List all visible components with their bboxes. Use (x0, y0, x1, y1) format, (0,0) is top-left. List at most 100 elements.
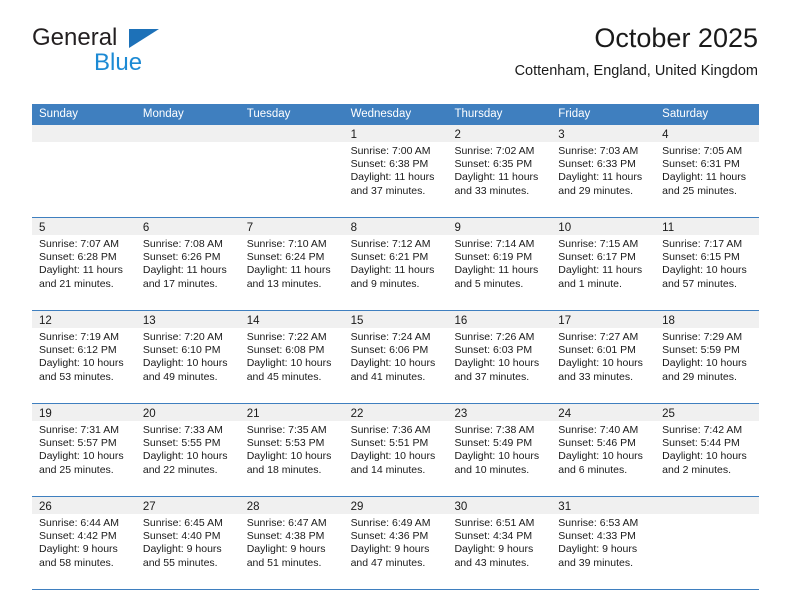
daylight-text-line1: Daylight: 11 hours (558, 264, 643, 277)
day-number: 19 (39, 408, 52, 420)
day-info: Sunrise: 6:44 AM Sunset: 4:42 PM Dayligh… (32, 514, 136, 570)
day-cell[interactable]: 1 Sunrise: 7:00 AM Sunset: 6:38 PM Dayli… (343, 125, 448, 217)
day-number: 29 (350, 501, 364, 513)
day-cell[interactable] (239, 125, 344, 217)
day-number: 13 (142, 315, 156, 327)
daylight-text-line1: Daylight: 11 hours (454, 171, 539, 184)
sunset-text: Sunset: 6:19 PM (454, 251, 533, 264)
sunrise-text: Sunrise: 7:22 AM (246, 331, 327, 343)
day-cell[interactable]: 31 Sunrise: 6:53 AM Sunset: 4:33 PM Dayl… (551, 497, 656, 589)
daylight-text-line2: and 22 minutes. (142, 463, 218, 476)
sunrise-text: Sunrise: 7:12 AM (350, 238, 431, 250)
day-info: Sunrise: 7:22 AM Sunset: 6:08 PM Dayligh… (240, 328, 344, 384)
day-cell[interactable]: 28 Sunrise: 6:47 AM Sunset: 4:38 PM Dayl… (239, 497, 344, 589)
calendar-page: General Blue October 2025 Cottenham, Eng… (0, 0, 792, 612)
weekday-header-monday: Monday (142, 108, 184, 120)
day-number-band: 26 (32, 497, 136, 514)
day-info: Sunrise: 7:19 AM Sunset: 6:12 PM Dayligh… (32, 328, 136, 384)
day-cell[interactable] (135, 125, 240, 217)
daylight-text-line1: Daylight: 9 hours (246, 543, 326, 556)
day-number-band: 3 (551, 125, 656, 142)
day-number: 5 (39, 222, 46, 234)
day-number: 20 (142, 408, 156, 420)
day-number: 6 (142, 222, 150, 234)
day-cell[interactable] (32, 125, 136, 217)
day-cell[interactable]: 21 Sunrise: 7:35 AM Sunset: 5:53 PM Dayl… (239, 404, 344, 496)
day-cell[interactable]: 9 Sunrise: 7:14 AM Sunset: 6:19 PM Dayli… (447, 218, 552, 310)
sunset-text: Sunset: 5:51 PM (350, 437, 429, 450)
day-cell[interactable]: 11 Sunrise: 7:17 AM Sunset: 6:15 PM Dayl… (655, 218, 760, 310)
day-number: 17 (558, 315, 572, 327)
day-cell[interactable]: 16 Sunrise: 7:26 AM Sunset: 6:03 PM Dayl… (447, 311, 552, 403)
day-number-band: 18 (655, 311, 760, 328)
daylight-text-line1: Daylight: 9 hours (454, 543, 534, 556)
page-subtitle: Cottenham, England, United Kingdom (514, 62, 758, 79)
day-info: Sunrise: 7:35 AM Sunset: 5:53 PM Dayligh… (240, 421, 344, 477)
day-cell[interactable]: 17 Sunrise: 7:27 AM Sunset: 6:01 PM Dayl… (551, 311, 656, 403)
daylight-text-line1: Daylight: 10 hours (350, 357, 436, 370)
daylight-text-line2: and 37 minutes. (350, 184, 426, 197)
day-cell[interactable]: 29 Sunrise: 6:49 AM Sunset: 4:36 PM Dayl… (343, 497, 448, 589)
sunset-text: Sunset: 4:38 PM (246, 530, 325, 543)
day-cell[interactable]: 20 Sunrise: 7:33 AM Sunset: 5:55 PM Dayl… (135, 404, 240, 496)
daylight-text-line1: Daylight: 10 hours (558, 450, 643, 463)
daylight-text-line1: Daylight: 9 hours (558, 543, 638, 556)
day-info: Sunrise: 7:38 AM Sunset: 5:49 PM Dayligh… (447, 421, 551, 477)
day-cell[interactable]: 14 Sunrise: 7:22 AM Sunset: 6:08 PM Dayl… (239, 311, 344, 403)
daylight-text-line2: and 29 minutes. (558, 184, 634, 197)
day-cell[interactable]: 26 Sunrise: 6:44 AM Sunset: 4:42 PM Dayl… (32, 497, 136, 589)
daylight-text-line2: and 51 minutes. (246, 556, 322, 569)
day-cell[interactable]: 8 Sunrise: 7:12 AM Sunset: 6:21 PM Dayli… (343, 218, 448, 310)
day-cell[interactable]: 30 Sunrise: 6:51 AM Sunset: 4:34 PM Dayl… (447, 497, 552, 589)
day-cell[interactable]: 12 Sunrise: 7:19 AM Sunset: 6:12 PM Dayl… (32, 311, 136, 403)
day-cell[interactable]: 3 Sunrise: 7:03 AM Sunset: 6:33 PM Dayli… (551, 125, 656, 217)
daylight-text-line1: Daylight: 10 hours (558, 357, 643, 370)
day-info: Sunrise: 7:40 AM Sunset: 5:46 PM Dayligh… (551, 421, 655, 477)
sunrise-text: Sunrise: 7:14 AM (454, 238, 535, 250)
day-cell[interactable]: 2 Sunrise: 7:02 AM Sunset: 6:35 PM Dayli… (447, 125, 552, 217)
day-info: Sunrise: 7:00 AM Sunset: 6:38 PM Dayligh… (344, 142, 448, 198)
sunset-text: Sunset: 6:03 PM (454, 344, 533, 357)
day-cell[interactable]: 5 Sunrise: 7:07 AM Sunset: 6:28 PM Dayli… (32, 218, 136, 310)
generalblue-logo[interactable]: General Blue (32, 26, 252, 88)
day-number-band: 20 (135, 404, 240, 421)
day-number: 28 (246, 501, 260, 513)
day-number-band: 19 (32, 404, 136, 421)
day-cell[interactable]: 10 Sunrise: 7:15 AM Sunset: 6:17 PM Dayl… (551, 218, 656, 310)
day-number-band: 11 (655, 218, 760, 235)
day-cell[interactable]: 22 Sunrise: 7:36 AM Sunset: 5:51 PM Dayl… (343, 404, 448, 496)
logo-triangle-icon (129, 29, 159, 48)
day-cell[interactable] (655, 497, 760, 589)
daylight-text-line2: and 57 minutes. (662, 277, 737, 290)
day-cell[interactable]: 25 Sunrise: 7:42 AM Sunset: 5:44 PM Dayl… (655, 404, 760, 496)
weekday-header-tuesday: Tuesday (246, 108, 291, 120)
day-cell[interactable]: 24 Sunrise: 7:40 AM Sunset: 5:46 PM Dayl… (551, 404, 656, 496)
day-cell[interactable]: 23 Sunrise: 7:38 AM Sunset: 5:49 PM Dayl… (447, 404, 552, 496)
sunset-text: Sunset: 6:31 PM (662, 158, 740, 171)
day-number: 9 (454, 222, 461, 234)
day-cell[interactable]: 6 Sunrise: 7:08 AM Sunset: 6:26 PM Dayli… (135, 218, 240, 310)
daylight-text-line1: Daylight: 10 hours (39, 357, 124, 370)
day-info: Sunrise: 7:29 AM Sunset: 5:59 PM Dayligh… (655, 328, 759, 384)
daylight-text-line1: Daylight: 9 hours (142, 543, 222, 556)
sunset-text: Sunset: 6:24 PM (246, 251, 325, 264)
day-cell[interactable]: 18 Sunrise: 7:29 AM Sunset: 5:59 PM Dayl… (655, 311, 760, 403)
day-cell[interactable]: 19 Sunrise: 7:31 AM Sunset: 5:57 PM Dayl… (32, 404, 136, 496)
sunset-text: Sunset: 5:59 PM (662, 344, 740, 357)
weekday-header-saturday: Saturday (662, 108, 709, 120)
sunrise-text: Sunrise: 7:00 AM (350, 145, 431, 157)
day-cell[interactable]: 27 Sunrise: 6:45 AM Sunset: 4:40 PM Dayl… (135, 497, 240, 589)
logo-text-general: General (32, 24, 118, 51)
week-row: 12 Sunrise: 7:19 AM Sunset: 6:12 PM Dayl… (32, 311, 760, 404)
day-cell[interactable]: 15 Sunrise: 7:24 AM Sunset: 6:06 PM Dayl… (343, 311, 448, 403)
day-cell[interactable]: 7 Sunrise: 7:10 AM Sunset: 6:24 PM Dayli… (239, 218, 344, 310)
sunset-text: Sunset: 6:12 PM (39, 344, 117, 357)
daylight-text-line2: and 43 minutes. (454, 556, 530, 569)
day-number-band: 16 (447, 311, 552, 328)
sunset-text: Sunset: 6:08 PM (246, 344, 325, 357)
day-cell[interactable]: 4 Sunrise: 7:05 AM Sunset: 6:31 PM Dayli… (655, 125, 760, 217)
day-cell[interactable]: 13 Sunrise: 7:20 AM Sunset: 6:10 PM Dayl… (135, 311, 240, 403)
daylight-text-line2: and 25 minutes. (662, 184, 737, 197)
week-row: 19 Sunrise: 7:31 AM Sunset: 5:57 PM Dayl… (32, 404, 760, 497)
day-number-band: 13 (135, 311, 240, 328)
